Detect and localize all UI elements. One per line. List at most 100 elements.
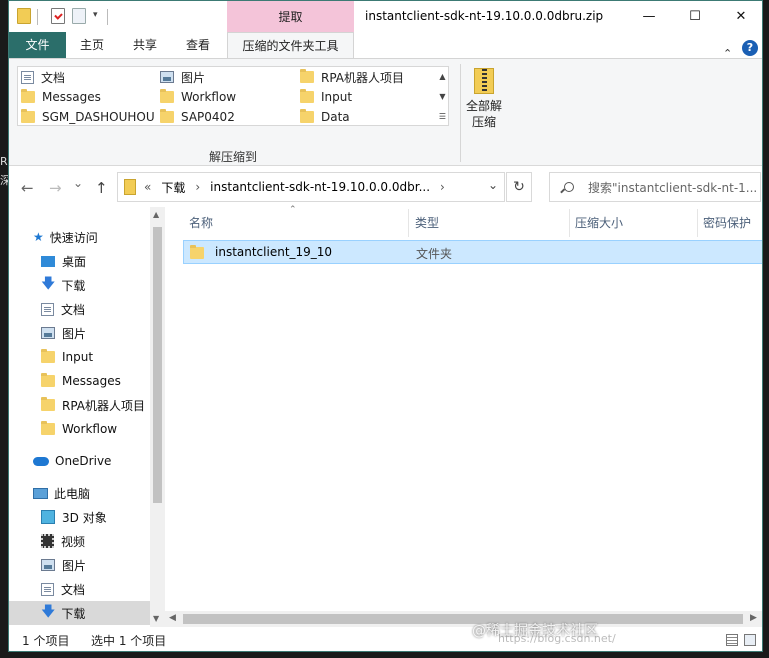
column-header-password[interactable]: 密码保护 xyxy=(697,207,751,237)
tab-share[interactable]: 共享 xyxy=(124,32,166,58)
folder-icon xyxy=(300,69,314,83)
refresh-button[interactable]: ↻ xyxy=(506,172,532,202)
status-bar: 1 个项目 选中 1 个项目 xyxy=(9,627,762,651)
gallery-item-sap[interactable]: SAP0402 xyxy=(160,107,235,127)
scroll-left-icon[interactable]: ◀ xyxy=(169,613,176,623)
close-button[interactable]: ✕ xyxy=(718,1,762,32)
ribbon-group-label: 解压缩到 xyxy=(209,150,258,164)
download-arrow-icon: 🡇 xyxy=(41,604,56,620)
back-button[interactable]: ← xyxy=(21,179,34,197)
gallery-item-pictures[interactable]: 图片 xyxy=(160,67,205,87)
gallery-label: SGM_DASHOUHOU xyxy=(42,110,155,124)
nav-label: 此电脑 xyxy=(54,486,91,501)
picture-icon xyxy=(160,71,174,83)
computer-icon xyxy=(33,487,48,499)
column-header-name[interactable]: 名称 xyxy=(183,207,213,237)
folder-icon xyxy=(41,373,55,387)
horizontal-scroll-thumb[interactable] xyxy=(183,614,743,624)
folder-icon xyxy=(41,421,55,435)
search-placeholder: 搜索"instantclient-sdk-nt-1... xyxy=(588,180,758,195)
recent-locations-chevron-icon[interactable]: ⌄ xyxy=(73,176,83,190)
gallery-label: RPA机器人项目 xyxy=(321,70,405,85)
gallery-label: Workflow xyxy=(181,90,237,104)
help-icon[interactable]: ? xyxy=(742,40,758,56)
nav-label: 文档 xyxy=(61,582,86,597)
scroll-down-icon[interactable]: ▼ xyxy=(153,614,159,623)
table-row[interactable]: instantclient_19_10 文件夹 xyxy=(183,240,762,264)
gallery-item-sgm[interactable]: SGM_DASHOUHOU xyxy=(21,107,155,127)
new-folder-icon[interactable] xyxy=(72,8,86,24)
nav-scroll-thumb[interactable] xyxy=(153,227,162,503)
breadcrumb-separator[interactable]: › xyxy=(195,180,200,194)
address-bar[interactable]: « 下载 › instantclient-sdk-nt-19.10.0.0.0d… xyxy=(117,172,505,202)
maximize-button[interactable]: ☐ xyxy=(672,1,718,32)
nav-label: 3D 对象 xyxy=(62,510,107,525)
tab-file[interactable]: 文件 xyxy=(9,32,66,58)
minimize-button[interactable]: — xyxy=(626,1,672,32)
gallery-item-workflow[interactable]: Workflow xyxy=(160,87,236,107)
gallery-item-input[interactable]: Input xyxy=(300,87,352,107)
gallery-label: Input xyxy=(321,90,353,104)
search-input[interactable]: 搜索"instantclient-sdk-nt-1... xyxy=(549,172,761,202)
address-row: ← → ⌄ ↑ « 下载 › instantclient-sdk-nt-19.1… xyxy=(9,167,762,207)
tab-view[interactable]: 查看 xyxy=(177,32,219,58)
breadcrumb-overflow[interactable]: « xyxy=(144,180,151,194)
zip-folder-icon xyxy=(124,179,136,195)
horizontal-scrollbar[interactable]: ◀ ▶ xyxy=(165,611,762,627)
column-header-type[interactable]: 类型 xyxy=(409,207,439,237)
address-dropdown-chevron-icon[interactable]: ⌄ xyxy=(488,178,498,192)
selected-count: 选中 1 个项目 xyxy=(91,634,167,648)
gallery-item-data[interactable]: Data xyxy=(300,107,350,127)
picture-icon xyxy=(41,327,55,339)
tab-home[interactable]: 主页 xyxy=(71,32,113,58)
folder-icon xyxy=(21,109,35,123)
nav-label: Workflow xyxy=(62,422,118,436)
navigation-pane: ★快速访问 桌面📌 🡇下载📌 文档📌 图片📌 Input Messages RP… xyxy=(9,207,179,627)
download-arrow-icon: 🡇 xyxy=(41,276,56,292)
explorer-window: ▾ 提取 instantclient-sdk-nt-19.10.0.0.0dbr… xyxy=(8,0,763,652)
zip-folder-icon xyxy=(17,8,31,24)
gallery-label: Messages xyxy=(42,90,101,104)
breadcrumb-separator[interactable]: › xyxy=(440,180,445,194)
scroll-right-icon[interactable]: ▶ xyxy=(750,613,757,623)
gallery-label: SAP0402 xyxy=(181,110,235,124)
toolbar-separator xyxy=(37,9,38,25)
nav-label: 下载 xyxy=(61,278,86,293)
ribbon-tab-bar: 文件 主页 共享 查看 压缩的文件夹工具 xyxy=(9,32,762,59)
tab-compressed-folder-tools[interactable]: 压缩的文件夹工具 xyxy=(227,32,354,59)
extract-to-gallery: 文档 图片 RPA机器人项目 Messages Workflow Input S… xyxy=(17,66,449,126)
forward-button[interactable]: → xyxy=(49,179,62,197)
gallery-more-icon[interactable]: ☰ xyxy=(436,106,449,126)
details-view-icon[interactable] xyxy=(726,634,738,646)
title-bar: ▾ 提取 instantclient-sdk-nt-19.10.0.0.0dbr… xyxy=(9,1,762,32)
file-name: instantclient_19_10 xyxy=(215,245,333,259)
up-button[interactable]: ↑ xyxy=(95,179,108,197)
gallery-item-documents[interactable]: 文档 xyxy=(21,67,65,87)
gallery-down-arrow-icon[interactable]: ▼ xyxy=(436,86,449,106)
file-type: 文件夹 xyxy=(416,247,453,261)
nav-label: RPA机器人项目 xyxy=(62,398,146,413)
breadcrumb-downloads[interactable]: 下载 xyxy=(161,179,185,196)
extract-all-button[interactable]: 全部解 压缩 xyxy=(464,66,504,146)
gallery-item-rpa[interactable]: RPA机器人项目 xyxy=(300,67,404,87)
cube-icon xyxy=(41,510,55,524)
properties-icon[interactable] xyxy=(51,8,65,24)
watermark-text: @稀土掘金技术社区 xyxy=(472,623,598,639)
scroll-up-icon[interactable]: ▲ xyxy=(153,210,159,219)
window-title: instantclient-sdk-nt-19.10.0.0.0dbru.zip xyxy=(365,9,604,23)
nav-scrollbar[interactable]: ▲ ▼ xyxy=(150,207,165,627)
gallery-up-arrow-icon[interactable]: ▲ xyxy=(436,66,449,86)
gallery-item-messages[interactable]: Messages xyxy=(21,87,101,107)
nav-label: Input xyxy=(62,350,94,364)
star-icon: ★ xyxy=(33,230,44,244)
extract-all-label-line2: 压缩 xyxy=(471,115,496,129)
customize-quick-access-chevron-icon[interactable]: ▾ xyxy=(93,10,98,20)
column-header-compressed-size[interactable]: 压缩大小 xyxy=(569,207,623,237)
nav-label: 图片 xyxy=(62,326,87,341)
gallery-label: 文档 xyxy=(41,70,66,85)
breadcrumb-zip[interactable]: instantclient-sdk-nt-19.10.0.0.0dbr... xyxy=(210,180,430,194)
large-icons-view-icon[interactable] xyxy=(744,634,756,646)
folder-icon xyxy=(41,397,55,411)
nav-label: 视频 xyxy=(61,534,86,549)
nav-item-pc-downloads[interactable]: 🡇 下载 xyxy=(9,601,150,625)
